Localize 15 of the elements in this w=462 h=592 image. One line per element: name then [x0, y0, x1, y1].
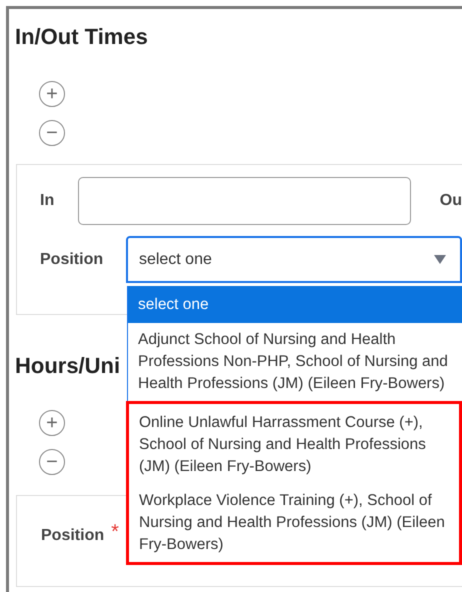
remove-button[interactable]: − [39, 120, 65, 146]
position-label: Position [40, 250, 104, 270]
add-button[interactable]: + [39, 410, 65, 436]
remove-button[interactable]: − [39, 449, 65, 475]
caret-icon [434, 255, 446, 264]
position-label: Position [41, 526, 104, 546]
section-title: In/Out Times [15, 23, 148, 51]
required-icon: * [111, 524, 119, 540]
in-label: In [40, 191, 56, 211]
out-label: Ou [440, 191, 462, 211]
dropdown-option[interactable]: select one [128, 286, 462, 323]
in-field[interactable] [78, 177, 411, 225]
add-button[interactable]: + [39, 81, 65, 107]
position-select[interactable]: select one [126, 236, 462, 283]
section-title: Hours/Uni [15, 352, 120, 380]
